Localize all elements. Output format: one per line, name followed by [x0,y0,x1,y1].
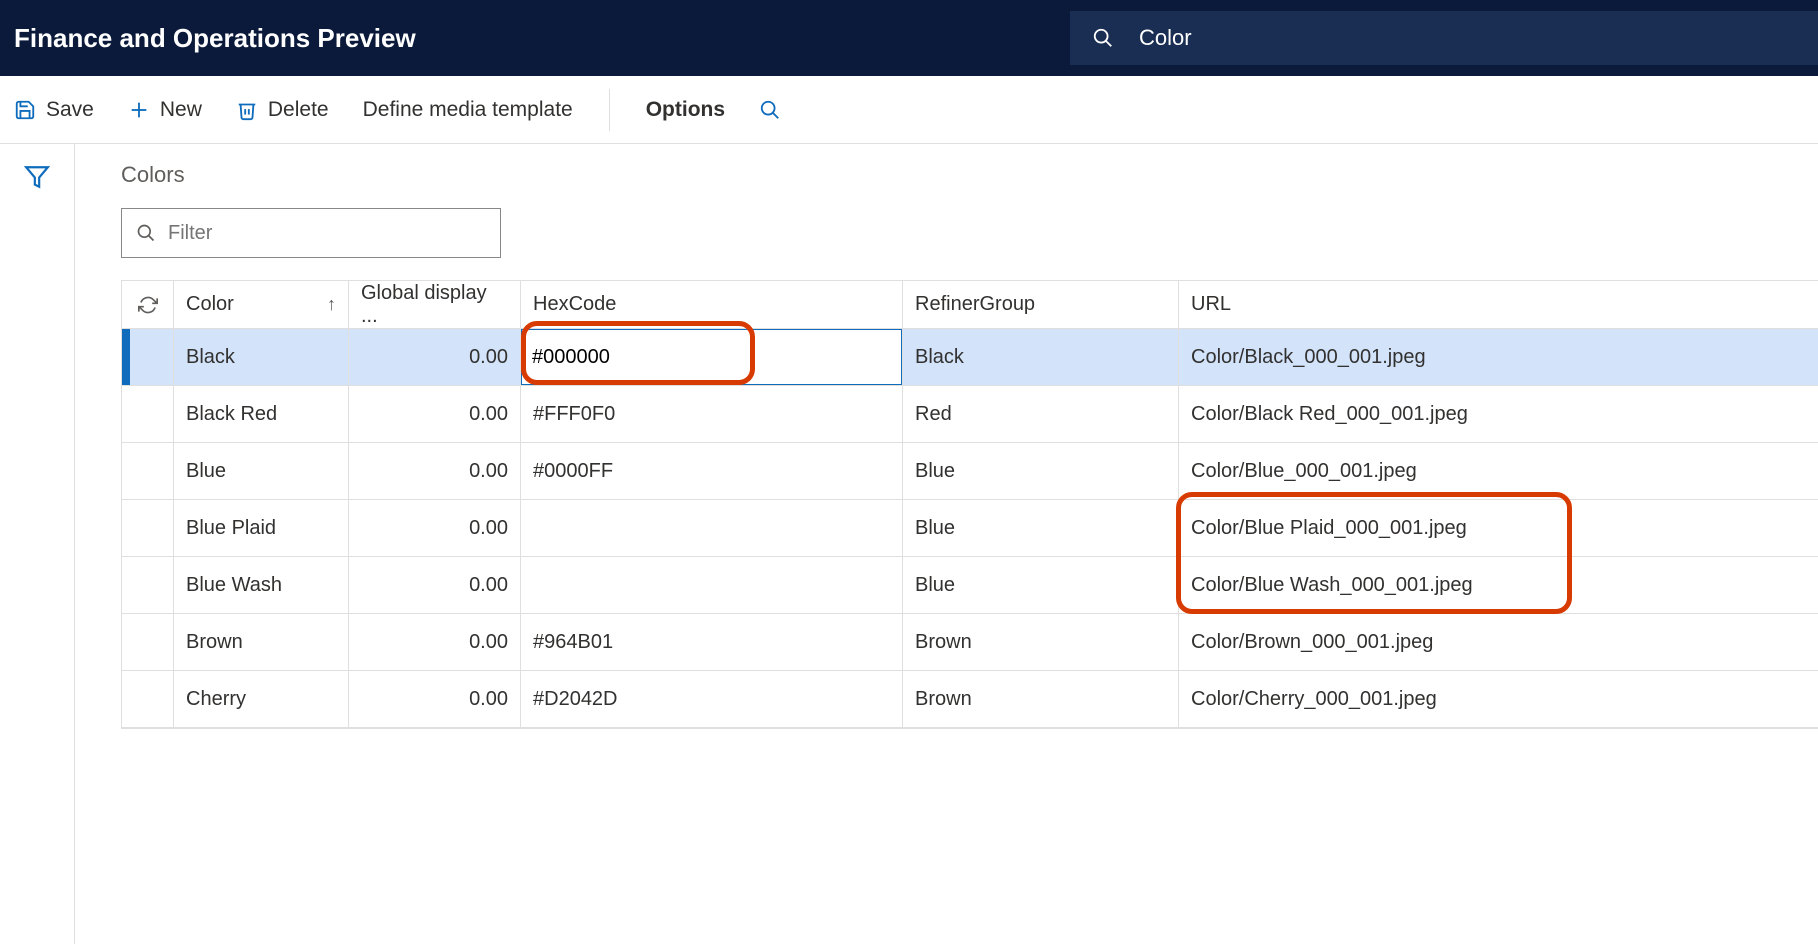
sidebar [0,144,75,944]
cell-url[interactable]: Color/Blue Plaid_000_001.jpeg [1179,500,1818,556]
cell-refiner[interactable]: Blue [903,557,1179,613]
table-row[interactable]: Cherry0.00#D2042DBrownColor/Cherry_000_0… [122,671,1818,728]
define-media-template-button[interactable]: Define media template [363,98,573,122]
content: Colors Color ↑ Global display ... [75,144,1818,944]
options-button[interactable]: Options [646,98,725,122]
table-row[interactable]: Blue Wash0.00 BlueColor/Blue Wash_000_001… [122,557,1818,614]
row-selector[interactable] [122,386,174,442]
cell-refiner[interactable]: Brown [903,614,1179,670]
column-header-gdo-label: Global display ... [361,282,508,328]
cell-hex[interactable] [521,329,903,385]
cell-gdo[interactable]: 0.00 [349,443,521,499]
search-icon [1092,27,1114,49]
delete-label: Delete [268,98,329,122]
row-selector[interactable] [122,614,174,670]
cell-color[interactable]: Cherry [174,671,349,727]
column-header-gdo[interactable]: Global display ... [349,281,521,328]
cell-refiner[interactable]: Black [903,329,1179,385]
section-title: Colors [121,162,1818,188]
cell-refiner[interactable]: Blue [903,500,1179,556]
filter-icon[interactable] [24,164,50,944]
cell-url[interactable]: Color/Black_000_001.jpeg [1179,329,1818,385]
row-selector[interactable] [122,329,174,385]
cell-gdo[interactable]: 0.00 [349,671,521,727]
save-button[interactable]: Save [14,98,94,122]
options-label: Options [646,98,725,122]
define-media-template-label: Define media template [363,98,573,122]
search-icon [136,223,156,243]
column-header-refiner-label: RefinerGroup [915,293,1035,316]
cell-gdo[interactable]: 0.00 [349,386,521,442]
cell-refiner[interactable]: Red [903,386,1179,442]
toolbar-search-button[interactable] [759,99,781,121]
row-selector[interactable] [122,500,174,556]
trash-icon [236,99,258,121]
new-label: New [160,98,202,122]
table-row[interactable]: Blue Plaid0.00 BlueColor/Blue Plaid_000_0… [122,500,1818,557]
toolbar: Save New Delete Define media template Op… [0,76,1818,144]
topbar: Finance and Operations Preview Color [0,0,1818,76]
column-header-url[interactable]: URL [1179,281,1818,328]
cell-color[interactable]: Brown [174,614,349,670]
cell-url[interactable]: Color/Cherry_000_001.jpeg [1179,671,1818,727]
cell-hex[interactable]: #964B01 [521,614,903,670]
cell-url[interactable]: Color/Blue_000_001.jpeg [1179,443,1818,499]
row-selector[interactable] [122,557,174,613]
refresh-icon [138,295,158,315]
hex-input[interactable] [521,329,902,385]
refresh-column-header[interactable] [122,281,174,328]
cell-url[interactable]: Color/Black Red_000_001.jpeg [1179,386,1818,442]
delete-button[interactable]: Delete [236,98,329,122]
table-row[interactable]: Brown0.00#964B01BrownColor/Brown_000_001… [122,614,1818,671]
data-grid: Color ↑ Global display ... HexCode Refin… [121,280,1818,729]
filter-box[interactable] [121,208,501,258]
cell-gdo[interactable]: 0.00 [349,329,521,385]
save-icon [14,99,36,121]
column-header-refiner[interactable]: RefinerGroup [903,281,1179,328]
table-row[interactable]: Black Red0.00#FFF0F0RedColor/Black Red_0… [122,386,1818,443]
global-search-text: Color [1139,25,1192,51]
save-label: Save [46,98,94,122]
column-header-color-label: Color [186,293,234,316]
cell-color[interactable]: Black Red [174,386,349,442]
cell-gdo[interactable]: 0.00 [349,614,521,670]
cell-color[interactable]: Blue Plaid [174,500,349,556]
row-selector[interactable] [122,443,174,499]
sort-ascending-icon: ↑ [327,294,336,315]
cell-hex[interactable]: #FFF0F0 [521,386,903,442]
cell-gdo[interactable]: 0.00 [349,500,521,556]
toolbar-separator [609,89,610,131]
table-row[interactable]: Black0.00BlackColor/Black_000_001.jpeg [122,329,1818,386]
cell-color[interactable]: Blue Wash [174,557,349,613]
column-header-color[interactable]: Color ↑ [174,281,349,328]
cell-url[interactable]: Color/Brown_000_001.jpeg [1179,614,1818,670]
table-row[interactable]: Blue0.00#0000FFBlueColor/Blue_000_001.jp… [122,443,1818,500]
column-header-hex-label: HexCode [533,293,616,316]
search-icon [759,99,781,121]
app-title: Finance and Operations Preview [14,23,416,54]
grid-header: Color ↑ Global display ... HexCode Refin… [122,281,1818,329]
cell-hex[interactable]: #D2042D [521,671,903,727]
plus-icon [128,99,150,121]
column-header-url-label: URL [1191,293,1231,316]
global-search[interactable]: Color [1070,11,1818,65]
cell-refiner[interactable]: Brown [903,671,1179,727]
cell-color[interactable]: Black [174,329,349,385]
new-button[interactable]: New [128,98,202,122]
cell-hex[interactable] [521,557,903,613]
cell-hex[interactable] [521,500,903,556]
filter-input[interactable] [168,222,486,245]
cell-color[interactable]: Blue [174,443,349,499]
cell-hex[interactable]: #0000FF [521,443,903,499]
row-selector[interactable] [122,671,174,727]
cell-refiner[interactable]: Blue [903,443,1179,499]
cell-url[interactable]: Color/Blue Wash_000_001.jpeg [1179,557,1818,613]
cell-gdo[interactable]: 0.00 [349,557,521,613]
column-header-hex[interactable]: HexCode [521,281,903,328]
